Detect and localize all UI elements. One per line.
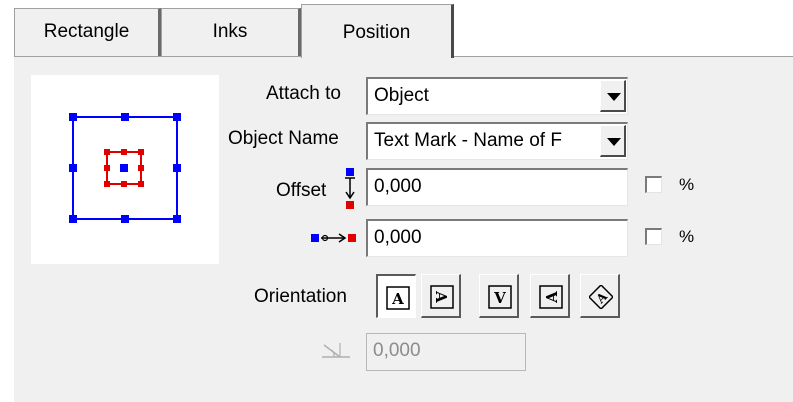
anchor-diagram xyxy=(69,113,181,223)
svg-text:A: A xyxy=(391,290,404,308)
center-anchor xyxy=(120,164,128,172)
attach-to-value: Object xyxy=(374,85,429,106)
orientation-v-icon: V xyxy=(488,285,512,309)
orientation-rot90-icon: A xyxy=(430,285,454,309)
horizontal-offset-percent-checkbox[interactable] xyxy=(645,228,662,245)
vertical-offset-value: 0,000 xyxy=(374,176,422,197)
horizontal-offset-icon xyxy=(311,233,356,243)
tab-position[interactable]: Position xyxy=(301,4,454,58)
horizontal-offset-input[interactable]: 0,000 xyxy=(366,219,628,257)
angle-value: 0,000 xyxy=(373,340,421,361)
horizontal-percent-label: % xyxy=(679,227,695,246)
object-name-label: Object Name xyxy=(228,128,339,149)
orientation-rot90-button[interactable]: A xyxy=(421,274,461,318)
horizontal-offset-value: 0,000 xyxy=(374,227,422,248)
tab-inks-label: Inks xyxy=(212,21,248,42)
object-name-value: Text Mark - Name of F xyxy=(374,130,562,151)
tab-position-label: Position xyxy=(342,22,411,43)
angle-icon xyxy=(322,343,350,358)
anchor-preview xyxy=(31,75,219,264)
chevron-down-icon xyxy=(607,138,621,146)
orientation-normal-button[interactable]: A xyxy=(376,274,416,318)
object-name-dropdown-button[interactable] xyxy=(600,125,626,157)
attach-to-dropdown-button[interactable] xyxy=(600,80,626,112)
orientation-diagonal-button[interactable]: A xyxy=(580,274,620,318)
attach-to-dropdown[interactable]: Object xyxy=(366,77,628,115)
orientation-label: Orientation xyxy=(254,286,347,307)
vertical-offset-input[interactable]: 0,000 xyxy=(366,168,628,206)
tab-inks[interactable]: Inks xyxy=(161,8,301,56)
vertical-percent-label: % xyxy=(679,175,695,194)
chevron-down-icon xyxy=(607,93,621,101)
tab-rectangle-label: Rectangle xyxy=(43,21,130,42)
svg-text:A: A xyxy=(543,291,561,304)
orientation-rot270-icon: A xyxy=(539,285,563,309)
attach-to-label: Attach to xyxy=(266,83,341,104)
svg-text:V: V xyxy=(493,289,506,307)
orientation-diagonal-icon: A xyxy=(589,285,613,309)
orientation-a-icon: A xyxy=(386,286,410,310)
offset-label: Offset xyxy=(276,180,327,201)
tab-rectangle[interactable]: Rectangle xyxy=(14,8,161,56)
orientation-rot270-button[interactable]: A xyxy=(530,274,570,318)
svg-text:A: A xyxy=(432,290,450,303)
angle-input: 0,000 xyxy=(366,333,526,371)
object-name-dropdown[interactable]: Text Mark - Name of F xyxy=(366,122,628,160)
orientation-rot180-button[interactable]: V xyxy=(479,274,519,318)
vertical-offset-percent-checkbox[interactable] xyxy=(645,176,662,193)
vertical-offset-icon xyxy=(345,168,355,209)
